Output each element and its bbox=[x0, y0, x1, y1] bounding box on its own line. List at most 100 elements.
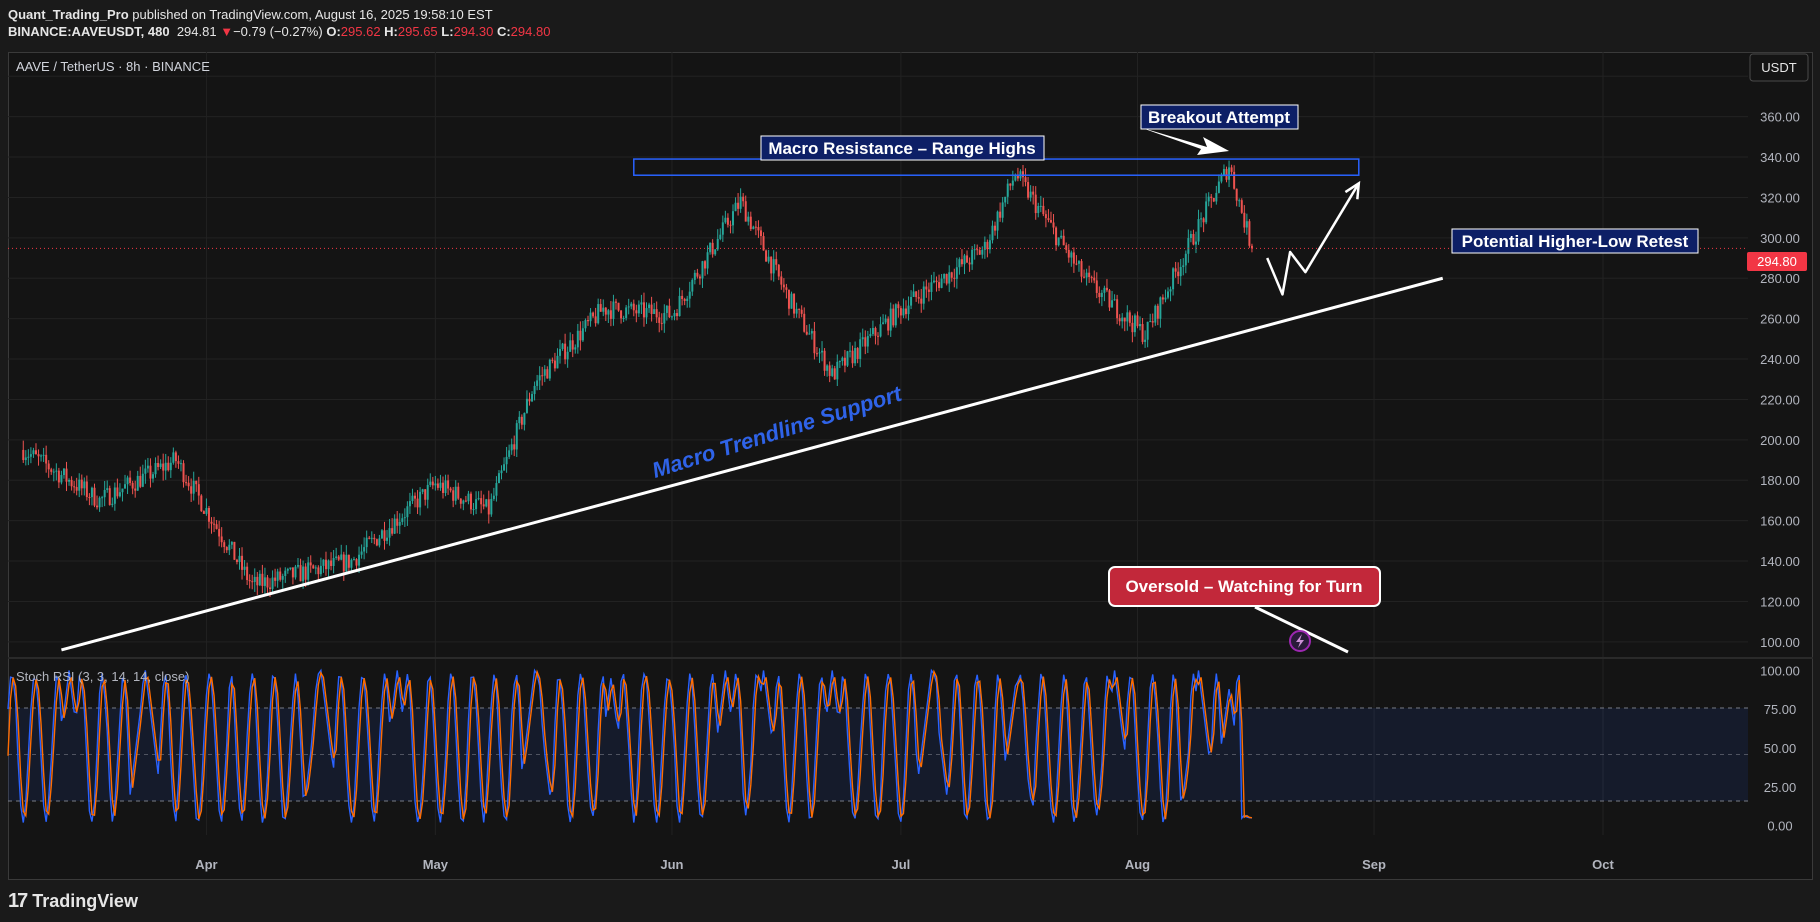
price-tick-label: 360.00 bbox=[1760, 110, 1800, 125]
price-tick-label: 160.00 bbox=[1760, 514, 1800, 529]
time-tick-label: Aug bbox=[1125, 857, 1150, 872]
candle-body bbox=[373, 537, 376, 540]
candle-body bbox=[581, 328, 584, 341]
candle-body bbox=[426, 484, 429, 500]
candle-body bbox=[297, 565, 299, 567]
candle-body bbox=[68, 479, 71, 482]
candle-body bbox=[1006, 183, 1009, 197]
candle-body bbox=[617, 302, 620, 311]
candle-body bbox=[80, 479, 83, 489]
candle-body bbox=[925, 286, 928, 290]
candle-body bbox=[274, 577, 277, 581]
candle-body bbox=[258, 573, 261, 586]
candle-body bbox=[368, 537, 371, 539]
candle-body bbox=[1225, 168, 1228, 180]
candle-body bbox=[1159, 297, 1162, 319]
candle-body bbox=[34, 450, 37, 455]
candle-body bbox=[851, 350, 854, 364]
candle-body bbox=[1080, 261, 1083, 277]
candle-body bbox=[65, 468, 68, 482]
candle-body bbox=[1014, 175, 1017, 181]
candle-body bbox=[111, 503, 114, 505]
currency-label[interactable]: USDT bbox=[1761, 60, 1796, 75]
candle-body bbox=[62, 468, 65, 476]
current-price-tag: 294.80 bbox=[1747, 252, 1807, 271]
candle-body bbox=[681, 295, 684, 299]
candle-body bbox=[561, 343, 564, 350]
breakout-label-box[interactable]: Breakout Attempt bbox=[1140, 104, 1299, 130]
candle-body bbox=[70, 479, 73, 487]
projection-path[interactable] bbox=[1266, 182, 1360, 296]
resistance-label-box[interactable]: Macro Resistance – Range Highs bbox=[760, 135, 1045, 161]
breakout-arrow-icon[interactable] bbox=[1139, 127, 1230, 156]
candle-body bbox=[73, 486, 76, 488]
candle-body bbox=[744, 201, 747, 222]
candle-body bbox=[673, 313, 676, 317]
candle-body bbox=[314, 567, 317, 569]
candle-body bbox=[546, 369, 549, 379]
oversold-label: Oversold – Watching for Turn bbox=[1125, 577, 1362, 596]
candle-body bbox=[500, 470, 503, 474]
candle-body bbox=[319, 565, 322, 575]
candle-body bbox=[831, 368, 834, 376]
candle-body bbox=[144, 468, 147, 474]
candle-body bbox=[1001, 202, 1004, 218]
candle-body bbox=[899, 308, 902, 316]
candle-body bbox=[1085, 272, 1088, 278]
candle-body bbox=[960, 259, 963, 265]
candle-body bbox=[1027, 182, 1030, 198]
candle-body bbox=[447, 480, 450, 489]
currency-button[interactable]: USDT bbox=[1749, 53, 1809, 82]
candle-body bbox=[790, 293, 793, 309]
candle-body bbox=[1032, 191, 1035, 195]
candle-body bbox=[93, 487, 96, 506]
candle-body bbox=[553, 360, 556, 369]
candle-body bbox=[439, 482, 442, 488]
tradingview-brand[interactable]: 17 TradingView bbox=[8, 890, 138, 913]
candle-body bbox=[637, 304, 640, 314]
resistance-zone[interactable] bbox=[633, 158, 1360, 176]
candle-body bbox=[139, 475, 142, 487]
candle-body bbox=[655, 309, 658, 318]
candle-body bbox=[1055, 227, 1058, 246]
candle-body bbox=[347, 554, 350, 568]
candle-body bbox=[1182, 265, 1185, 268]
price-tick-label: 180.00 bbox=[1760, 473, 1800, 488]
candle-body bbox=[904, 308, 907, 315]
oversold-callout[interactable]: Oversold – Watching for Turn bbox=[1108, 566, 1381, 654]
candle-body bbox=[279, 571, 282, 580]
stoch-tick-label: 50.00 bbox=[1764, 741, 1797, 756]
candle-body bbox=[469, 493, 472, 510]
candle-body bbox=[332, 557, 335, 566]
price-tick-label: 280.00 bbox=[1760, 271, 1800, 286]
indicator-title[interactable]: Stoch RSI (3, 3, 14, 14, close) bbox=[16, 669, 189, 684]
candle-body bbox=[106, 488, 109, 490]
candle-body bbox=[948, 272, 951, 284]
candle-body bbox=[220, 536, 223, 543]
candle-body bbox=[1052, 222, 1055, 228]
candle-body bbox=[1210, 196, 1213, 198]
candle-body bbox=[164, 462, 167, 471]
candle-body bbox=[1172, 268, 1175, 290]
candle-body bbox=[612, 301, 615, 319]
price-tick-label: 140.00 bbox=[1760, 554, 1800, 569]
time-tick-label: May bbox=[423, 857, 449, 872]
candle-body bbox=[416, 498, 419, 508]
alert-icon[interactable] bbox=[1289, 630, 1311, 652]
candle-body bbox=[108, 488, 111, 505]
candle-body bbox=[1184, 253, 1187, 266]
candle-body bbox=[793, 293, 796, 314]
candle-body bbox=[767, 256, 770, 262]
higher-low-label-box[interactable]: Potential Higher-Low Retest bbox=[1451, 228, 1699, 254]
candle-body bbox=[1037, 206, 1040, 214]
candle-body bbox=[653, 309, 656, 314]
candle-body bbox=[988, 240, 991, 250]
candle-body bbox=[630, 303, 633, 307]
candle-body bbox=[482, 504, 485, 507]
candle-body bbox=[1022, 171, 1024, 178]
candle-body bbox=[83, 481, 86, 489]
candle-body bbox=[75, 486, 78, 491]
candle-body bbox=[1042, 205, 1045, 215]
candle-body bbox=[505, 456, 508, 465]
chart-canvas[interactable]: 100.00 120.00 140.00 160.00 180.00 200.00 220.… bbox=[0, 0, 1820, 922]
